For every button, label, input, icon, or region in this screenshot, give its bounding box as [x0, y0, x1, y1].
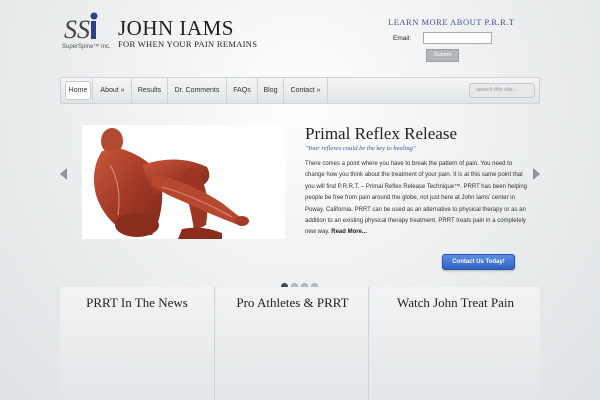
previous-slide-arrow-icon[interactable]: [60, 168, 68, 180]
site-tagline: FOR WHEN YOUR PAIN REMAINS: [118, 39, 258, 49]
nav-item-contact[interactable]: Contact »: [284, 78, 328, 103]
feature-box-title[interactable]: PRRT In The News: [60, 295, 214, 311]
feature-box-title[interactable]: Pro Athletes & PRRT: [217, 295, 368, 311]
feature-box-news: PRRT In The News: [60, 287, 215, 400]
superspine-logo-icon: SS: [64, 12, 98, 44]
nav-item-label: Results: [137, 87, 162, 94]
nav-item-label: FAQs: [233, 87, 251, 94]
email-label: Email:: [393, 35, 412, 42]
feature-box-title[interactable]: Watch John Treat Pain: [371, 295, 540, 311]
site-title[interactable]: JOHN IAMS: [118, 16, 234, 41]
slide-quote: "Your reflexes could be the key to heali…: [305, 145, 416, 152]
featured-slider: Primal Reflex Release "Your reflexes cou…: [60, 113, 540, 290]
logo-tagline: SuperSpine™ Inc.: [62, 44, 111, 50]
nav-item-label: Contact »: [290, 87, 321, 94]
feature-box-athletes: Pro Athletes & PRRT: [217, 287, 369, 400]
nav-item-blog[interactable]: Blog: [258, 78, 284, 103]
nav-item-label: Dr. Comments: [174, 87, 220, 94]
anatomy-figure-icon: [82, 125, 285, 239]
search-input[interactable]: search this site...: [469, 83, 535, 98]
logo[interactable]: SS SuperSpine™ Inc.: [60, 12, 120, 54]
slide-body-text: There comes a point where you have to br…: [305, 159, 527, 239]
main-nav: Home About » Results Dr. Comments FAQs B…: [60, 77, 540, 104]
contact-us-button[interactable]: Contact Us Today!: [442, 254, 515, 270]
nav-item-label: Home: [68, 87, 88, 94]
nav-item-faqs[interactable]: FAQs: [227, 78, 258, 103]
nav-item-label: About »: [100, 87, 125, 94]
learn-more-heading: LEARN MORE ABOUT P.R.R.T: [388, 17, 515, 27]
nav-item-about[interactable]: About »: [94, 78, 132, 103]
slide-image-muscle-figure[interactable]: [82, 125, 285, 239]
read-more-link[interactable]: Read More...: [331, 229, 367, 235]
next-slide-arrow-icon[interactable]: [532, 168, 540, 180]
slide-title[interactable]: Primal Reflex Release: [305, 124, 457, 144]
nav-item-home[interactable]: Home: [63, 78, 93, 103]
nav-item-dr-comments[interactable]: Dr. Comments: [168, 78, 227, 103]
nav-item-label: Blog: [263, 87, 278, 94]
feature-box-watch: Watch John Treat Pain: [371, 287, 540, 400]
slide-body-copy: There comes a point where you have to br…: [305, 161, 528, 236]
email-field[interactable]: [423, 32, 492, 44]
feature-boxes: PRRT In The News Pro Athletes & PRRT Wat…: [60, 287, 540, 400]
submit-button[interactable]: Submit: [426, 49, 459, 62]
nav-item-results[interactable]: Results: [132, 78, 168, 103]
svg-text:SS: SS: [64, 15, 90, 44]
